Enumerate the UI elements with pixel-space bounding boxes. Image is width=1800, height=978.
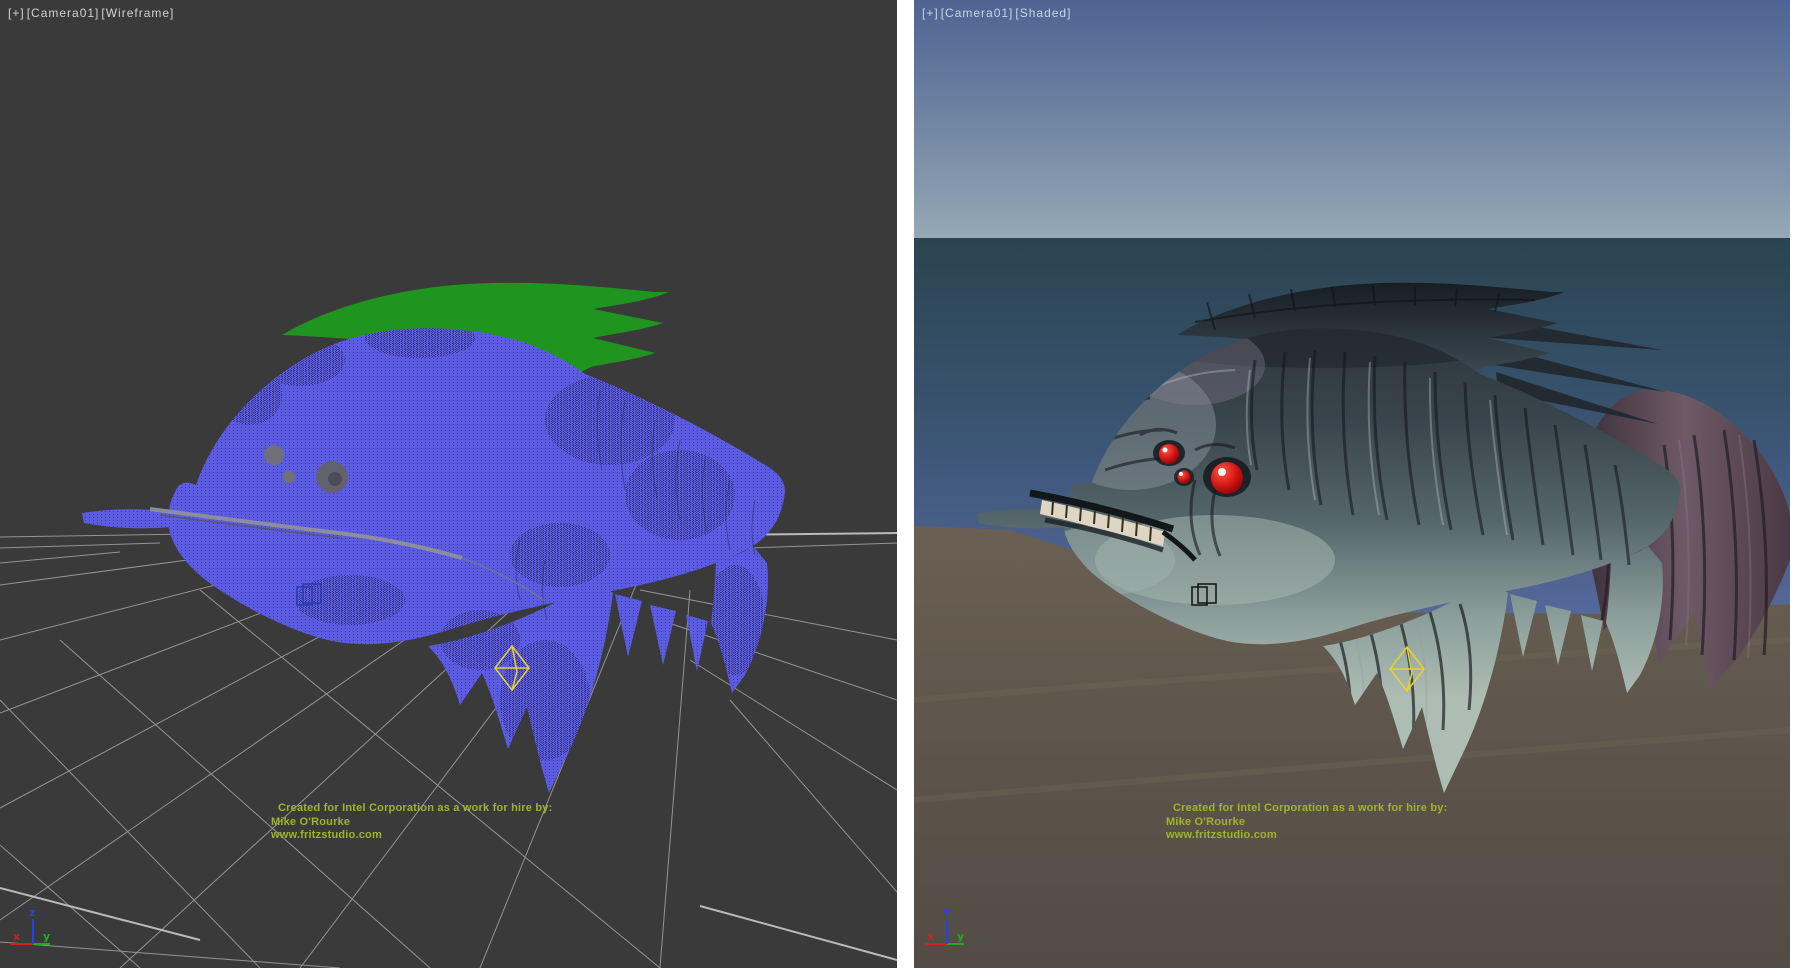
viewport-label-right: [+][Camera01][Shaded] [922, 6, 1073, 20]
svg-text:y: y [957, 930, 964, 943]
max-viewport-canvas: [+][Camera01][Wireframe] [0, 0, 1800, 978]
wireframe-scene[interactable]: Created for Intel Corporation as a work … [0, 0, 897, 968]
viewport-label-left: [+][Camera01][Wireframe] [8, 6, 176, 20]
svg-text:Mike O'Rourke: Mike O'Rourke [271, 816, 350, 828]
world-axis-gizmo-left: x y z [11, 906, 50, 944]
svg-text:Created for Intel Corporation: Created for Intel Corporation as a work … [278, 802, 552, 814]
viewport-menu-general-right[interactable]: [+] [922, 6, 939, 20]
svg-text:z: z [29, 906, 35, 919]
svg-text:z: z [943, 906, 949, 919]
viewport-menu-camera-left[interactable]: [Camera01] [27, 6, 100, 20]
svg-text:www.fritzstudio.com: www.fritzstudio.com [270, 829, 382, 841]
svg-text:y: y [43, 930, 50, 943]
svg-text:Created for Intel Corporation: Created for Intel Corporation as a work … [1173, 802, 1447, 814]
viewport-shaded[interactable]: [+][Camera01][Shaded] [914, 0, 1790, 968]
shaded-scene[interactable]: Created for Intel Corporation as a work … [914, 0, 1790, 968]
svg-text:x: x [927, 930, 934, 943]
svg-text:x: x [13, 930, 20, 943]
svg-text:Mike O'Rourke: Mike O'Rourke [1166, 816, 1245, 828]
viewport-menu-shading-left[interactable]: [Wireframe] [101, 6, 174, 20]
viewport-menu-general-left[interactable]: [+] [8, 6, 25, 20]
viewport-menu-camera-right[interactable]: [Camera01] [941, 6, 1014, 20]
fish-body-wireframe[interactable] [60, 270, 800, 810]
watermark-left: Created for Intel Corporation as a work … [270, 802, 552, 841]
viewport-menu-shading-right[interactable]: [Shaded] [1015, 6, 1071, 20]
svg-text:www.fritzstudio.com: www.fritzstudio.com [1165, 829, 1277, 841]
sky-upper [914, 0, 1790, 239]
viewport-wireframe[interactable]: [+][Camera01][Wireframe] [0, 0, 897, 968]
